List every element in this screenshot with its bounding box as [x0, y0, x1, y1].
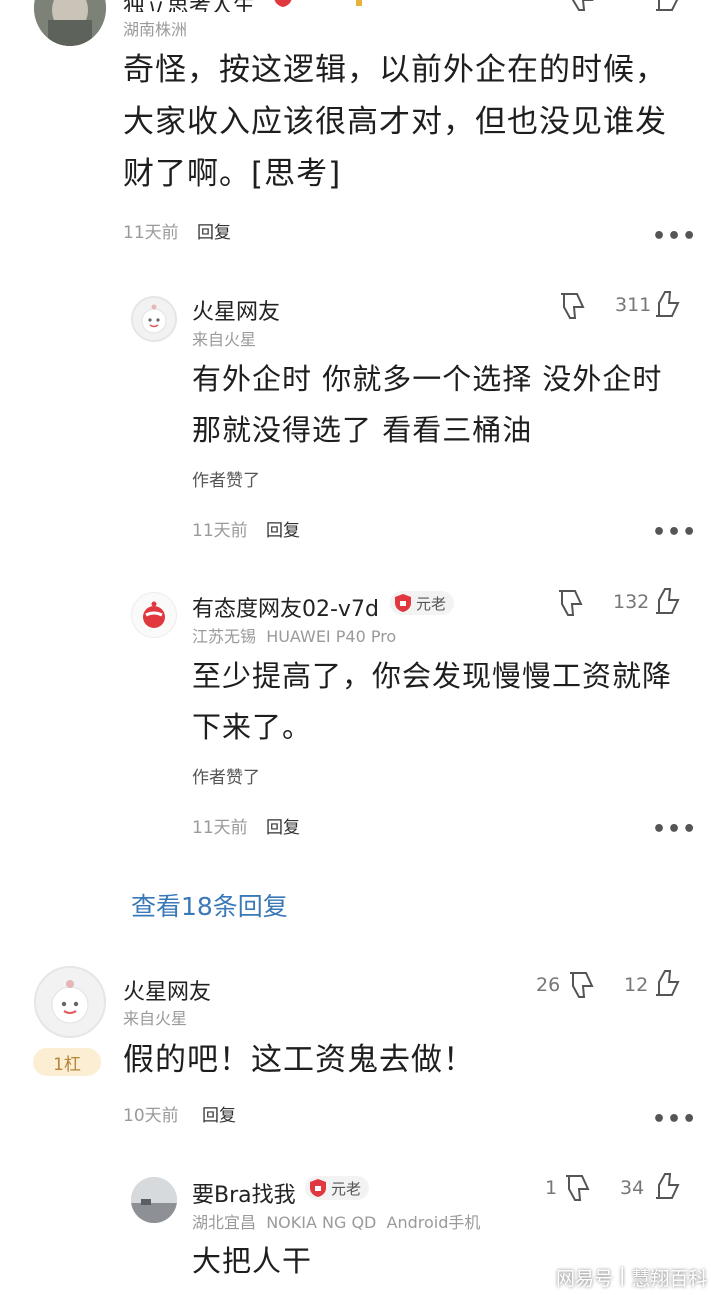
more-options-icon[interactable]: ••• [652, 520, 697, 545]
reply-time: 11天前 [192, 521, 248, 541]
dislike-icon[interactable] [566, 970, 596, 1004]
reply-text: 至少提高了，你会发现慢慢工资就降下来了。 [192, 659, 673, 744]
avatar[interactable] [131, 592, 177, 638]
loyalty-badge: 元老 [305, 1176, 370, 1200]
user-photo-icon [34, 0, 106, 46]
more-options-icon[interactable]: ••• [652, 1107, 697, 1132]
comment-time: 10天前 [123, 1106, 179, 1126]
reply-location: 来自火星 [192, 330, 257, 349]
dislike-icon[interactable] [562, 1173, 592, 1207]
mars-mascot-icon [51, 980, 89, 1024]
like-icon[interactable] [652, 968, 682, 1002]
reply-text: 大把人干 [192, 1244, 313, 1278]
reply-username[interactable]: 有态度网友02-v7d [192, 591, 379, 623]
reply-time: 11天前 [192, 818, 248, 838]
dislike-count: 1 [545, 1177, 558, 1199]
avatar[interactable] [131, 296, 177, 342]
comment-time: 11天前 [123, 223, 179, 243]
shield-icon [310, 1179, 326, 1197]
comment-location: 湖南株洲 [123, 20, 188, 39]
reply-button[interactable]: 回复 [266, 516, 300, 541]
reply-username[interactable]: 要Bra找我 [192, 1177, 296, 1209]
dislike-icon[interactable] [555, 588, 585, 622]
reply-text: 有外企时 你就多一个选择 没外企时 那就没得选了 看看三桶油 [192, 362, 663, 447]
like-count: 12 [624, 974, 649, 996]
comment-text: 假的吧！这工资鬼去做！ [123, 1042, 475, 1078]
landscape-photo-icon [131, 1177, 177, 1223]
medal-icon [350, 0, 368, 12]
mars-mascot-icon [141, 304, 167, 334]
dislike-count: 26 [536, 974, 561, 996]
avatar[interactable] [34, 0, 106, 46]
like-icon[interactable] [652, 289, 682, 323]
app-logo-icon [143, 601, 165, 628]
loyalty-badge-icon [272, 0, 294, 12]
reply-button[interactable]: 回复 [266, 813, 300, 838]
watermark-author: 慧翔百科 [631, 1268, 708, 1290]
reply-button[interactable]: 回复 [202, 1101, 236, 1126]
shield-icon [395, 594, 411, 612]
like-icon[interactable] [652, 1171, 682, 1205]
like-count: 311 [615, 294, 652, 316]
dislike-icon[interactable] [557, 291, 587, 325]
rank-badge: 1杠 [33, 1048, 101, 1076]
loyalty-badge: 元老 [390, 591, 455, 615]
watermark-separator: | [619, 1264, 626, 1286]
avatar[interactable] [34, 966, 106, 1038]
watermark: 网易号 | 慧翔百科 [556, 1264, 707, 1291]
comment-username[interactable]: 火星网友 [123, 974, 211, 1006]
comment-username[interactable]: 独立思考人生 [123, 0, 255, 12]
author-liked-label: 作者赞了 [192, 471, 260, 491]
like-icon[interactable] [652, 0, 682, 16]
comment-text: 奇怪，按这逻辑，以前外企在的时候，大家收入应该很高才对，但也没见谁发财了啊。[思… [123, 52, 667, 192]
more-options-icon[interactable]: ••• [652, 817, 697, 842]
like-count: 34 [620, 1177, 645, 1199]
watermark-site: 网易号 [556, 1268, 614, 1290]
reply-username[interactable]: 火星网友 [192, 294, 280, 326]
comment-location: 来自火星 [123, 1009, 188, 1028]
like-icon[interactable] [652, 586, 682, 620]
dislike-icon[interactable] [566, 0, 596, 16]
view-more-replies-link[interactable]: 查看18条回复 [131, 887, 288, 923]
author-liked-label: 作者赞了 [192, 768, 260, 788]
like-count: 132 [613, 591, 650, 613]
reply-location: 湖北宜昌 NOKIA NG QD Android手机 [192, 1213, 481, 1232]
avatar[interactable] [131, 1177, 177, 1223]
more-options-icon[interactable]: ••• [652, 224, 697, 249]
reply-button[interactable]: 回复 [197, 218, 231, 243]
reply-location: 江苏无锡 HUAWEI P40 Pro [192, 627, 397, 646]
